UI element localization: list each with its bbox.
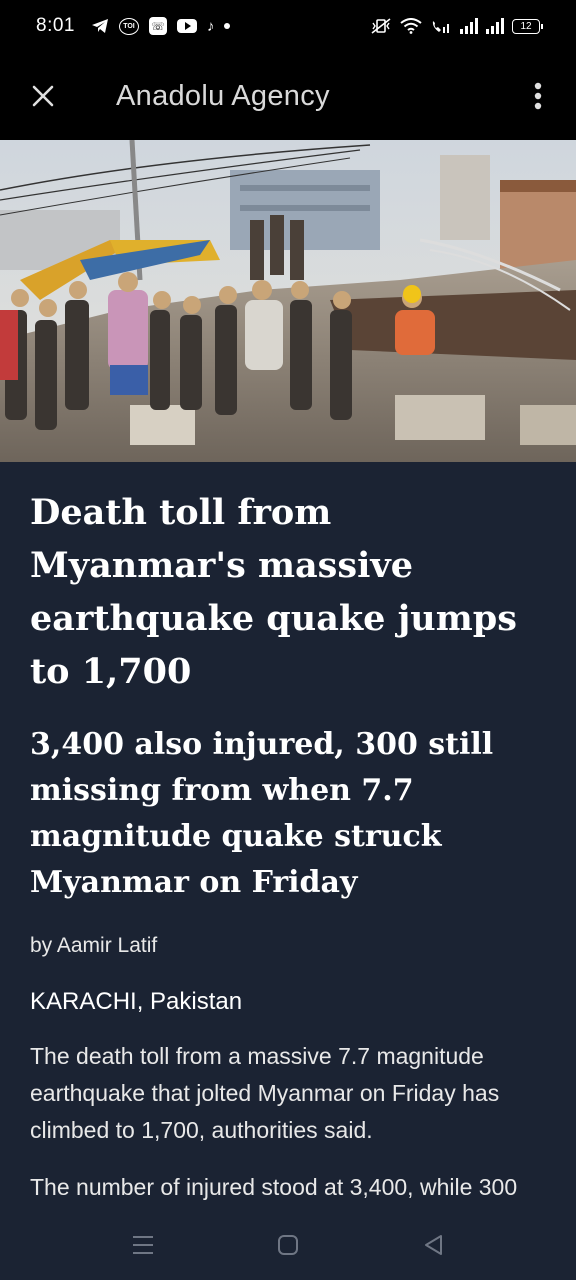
battery-icon: 12 <box>512 18 543 34</box>
dot-icon <box>224 23 231 29</box>
article-byline: by Aamir Latif <box>30 934 158 957</box>
article-headline: Death toll from Myanmar's massive earthq… <box>30 492 517 692</box>
earthquake-rubble-photo <box>0 140 576 462</box>
wifi-icon <box>400 18 422 34</box>
tiktok-icon: ♪ <box>206 17 215 35</box>
vibrate-icon <box>370 18 392 34</box>
telegram-icon <box>91 18 109 34</box>
close-icon <box>32 85 54 107</box>
article-body: Death toll from Myanmar's massive earthq… <box>0 462 576 1210</box>
back-button[interactable] <box>403 1215 463 1275</box>
whatsapp-icon: ☏ <box>148 17 167 35</box>
system-nav-bar <box>0 1210 576 1280</box>
signal-icon <box>460 18 478 34</box>
more-options-button[interactable] <box>500 52 576 140</box>
home-square-icon <box>277 1235 298 1255</box>
app-bar: Anadolu Agency <box>0 52 576 140</box>
hero-image <box>0 140 576 462</box>
menu-lines-icon <box>132 1236 153 1254</box>
recent-apps-button[interactable] <box>113 1215 173 1275</box>
app-title: Anadolu Agency <box>116 79 330 112</box>
article-subheadline: 3,400 also injured, 300 still missing fr… <box>30 727 494 900</box>
youtube-icon <box>176 19 197 33</box>
signal-icon <box>486 18 504 34</box>
system-icons: 12 <box>370 18 543 34</box>
close-button[interactable] <box>0 52 86 140</box>
home-button[interactable] <box>258 1215 318 1275</box>
article-dateline: KARACHI, Pakistan <box>30 988 243 1015</box>
toi-icon: TOI <box>118 17 139 35</box>
more-vertical-icon <box>534 82 542 110</box>
notification-icons: TOI ☏ ♪ <box>91 17 231 35</box>
article-paragraph: The death toll from a massive 7.7 magnit… <box>30 1043 500 1143</box>
article-paragraph: The number of injured stood at 3,400, wh… <box>30 1174 518 1200</box>
back-triangle-icon <box>425 1235 443 1255</box>
wifi-calling-icon <box>430 18 452 34</box>
status-bar: 8:01 TOI ☏ ♪ 12 <box>0 0 576 52</box>
status-time: 8:01 <box>36 15 75 36</box>
